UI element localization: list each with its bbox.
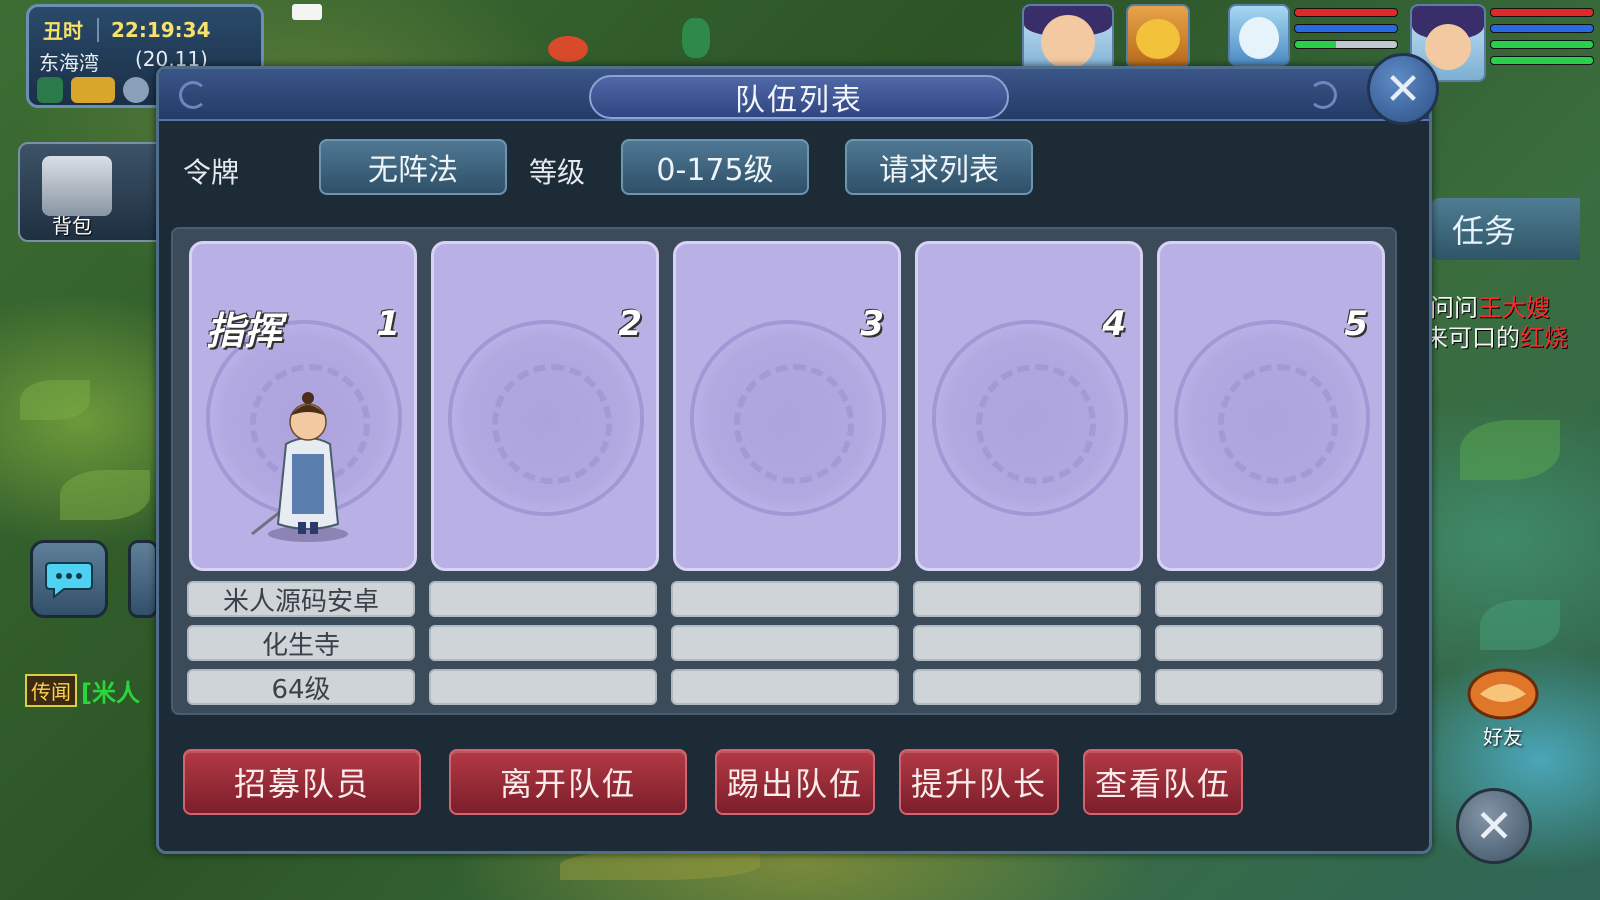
formation-button[interactable]: 无阵法 xyxy=(319,139,507,195)
level-range-button[interactable]: 0-175级 xyxy=(621,139,809,195)
member-school xyxy=(671,625,899,661)
leader-role-label: 指挥 xyxy=(206,309,283,353)
bag-icon xyxy=(42,156,112,216)
pet-portrait[interactable] xyxy=(1228,4,1290,66)
character-sprite xyxy=(251,392,348,542)
team-slot-3[interactable]: 3 xyxy=(673,241,901,571)
member-level xyxy=(671,669,899,705)
pet-avatar[interactable] xyxy=(1126,4,1190,68)
slot-number: 2 xyxy=(618,304,642,344)
slot-number: 5 xyxy=(1344,304,1368,344)
bag-label: 背包 xyxy=(52,214,92,238)
token-label: 令牌 xyxy=(183,156,240,189)
chat-button[interactable] xyxy=(30,540,108,618)
recruit-members-button[interactable]: 招募队员 xyxy=(183,749,421,815)
cloud-emblem-icon xyxy=(932,320,1128,516)
quest-item-name: 红烧 xyxy=(1520,324,1568,352)
map-location: 东海湾 xyxy=(39,51,99,75)
promote-leader-button[interactable]: 提升队长 xyxy=(899,749,1059,815)
friends-button[interactable]: 好友 xyxy=(1462,664,1544,749)
player-hp-bar xyxy=(1490,8,1594,17)
request-list-button[interactable]: 请求列表 xyxy=(845,139,1033,195)
ornament-icon xyxy=(1309,81,1337,109)
cloud-emblem-icon xyxy=(690,320,886,516)
dialog-close-button[interactable]: ✕ xyxy=(1367,53,1439,125)
foliage xyxy=(1480,600,1560,650)
ornament-icon xyxy=(179,81,207,109)
team-slot-1[interactable]: 指挥 1 xyxy=(189,241,417,571)
rumor-message: 传闻 [米人 xyxy=(25,673,140,708)
dialog-header: 队伍列表 xyxy=(159,69,1429,121)
member-school xyxy=(429,625,657,661)
slot-number: 1 xyxy=(376,304,400,344)
friends-label: 好友 xyxy=(1483,725,1523,749)
member-school: 化生寺 xyxy=(187,625,415,661)
rumor-text: [米人 xyxy=(81,679,140,707)
rumor-tag: 传闻 xyxy=(25,674,77,707)
player-mp-bar xyxy=(1490,24,1594,33)
member-name: 米人源码安卓 xyxy=(187,581,415,617)
leader-avatar[interactable] xyxy=(1022,4,1114,74)
level-label: 等级 xyxy=(529,156,586,189)
close-icon: ✕ xyxy=(1384,63,1422,115)
slot-number: 4 xyxy=(1102,304,1126,344)
team-settings-row: 令牌 无阵法 等级 0-175级 请求列表 xyxy=(183,139,1403,195)
chat-bubble-icon xyxy=(45,562,93,599)
player-exp-bar xyxy=(1490,56,1594,65)
close-icon: ✕ xyxy=(1474,799,1514,853)
compass-icon[interactable] xyxy=(123,77,149,103)
clock-time: 22:19:34 xyxy=(97,17,211,42)
foliage xyxy=(1460,420,1560,480)
dialog-title: 队伍列表 xyxy=(589,75,1009,119)
slot-number: 3 xyxy=(860,304,884,344)
foliage xyxy=(60,470,150,520)
leave-team-button[interactable]: 离开队伍 xyxy=(449,749,687,815)
view-team-button[interactable]: 查看队伍 xyxy=(1083,749,1243,815)
pet-sprite xyxy=(548,36,588,62)
emote-button[interactable] xyxy=(128,540,158,618)
pet-hp-bar xyxy=(1294,8,1398,17)
player-sp-bar xyxy=(1490,40,1594,49)
member-level xyxy=(429,669,657,705)
cloud-emblem-icon xyxy=(1174,320,1370,516)
notification-icon[interactable] xyxy=(292,4,322,20)
minimap-toggle-icon[interactable] xyxy=(37,77,63,103)
team-slot-4[interactable]: 4 xyxy=(915,241,1143,571)
pet-exp-bar xyxy=(1294,40,1398,49)
hud-close-button[interactable]: ✕ xyxy=(1456,788,1532,864)
member-name xyxy=(671,581,899,617)
foliage xyxy=(20,380,90,420)
member-name xyxy=(913,581,1141,617)
member-school xyxy=(1155,625,1383,661)
handshake-icon xyxy=(1467,668,1539,720)
quest-text: 来可口的 xyxy=(1424,324,1520,352)
team-slots-panel: 指挥 1 2 3 4 5 米人源码安卓 化生寺 64级 xyxy=(171,227,1397,715)
member-school xyxy=(913,625,1141,661)
lantern-icon xyxy=(682,18,710,58)
member-name xyxy=(1155,581,1383,617)
team-slot-2[interactable]: 2 xyxy=(431,241,659,571)
kick-member-button[interactable]: 踢出队伍 xyxy=(715,749,875,815)
time-period: 丑时 xyxy=(43,19,83,43)
foliage xyxy=(560,850,760,880)
quest-tab[interactable]: 任务 xyxy=(1430,198,1580,260)
gold-ingot-icon[interactable] xyxy=(71,77,115,103)
quest-text-line-2[interactable]: 来可口的红烧 xyxy=(1424,318,1568,353)
bag-button[interactable]: 背包 xyxy=(18,142,178,242)
pet-mp-bar xyxy=(1294,24,1398,33)
member-name xyxy=(429,581,657,617)
team-list-dialog: 队伍列表 ✕ 令牌 无阵法 等级 0-175级 请求列表 指挥 1 2 3 4 … xyxy=(156,53,1439,854)
team-actions-row: 招募队员 离开队伍 踢出队伍 提升队长 查看队伍 xyxy=(183,749,1403,815)
team-slot-5[interactable]: 5 xyxy=(1157,241,1385,571)
cloud-emblem-icon xyxy=(448,320,644,516)
member-level xyxy=(1155,669,1383,705)
member-level xyxy=(913,669,1141,705)
member-level: 64级 xyxy=(187,669,415,705)
